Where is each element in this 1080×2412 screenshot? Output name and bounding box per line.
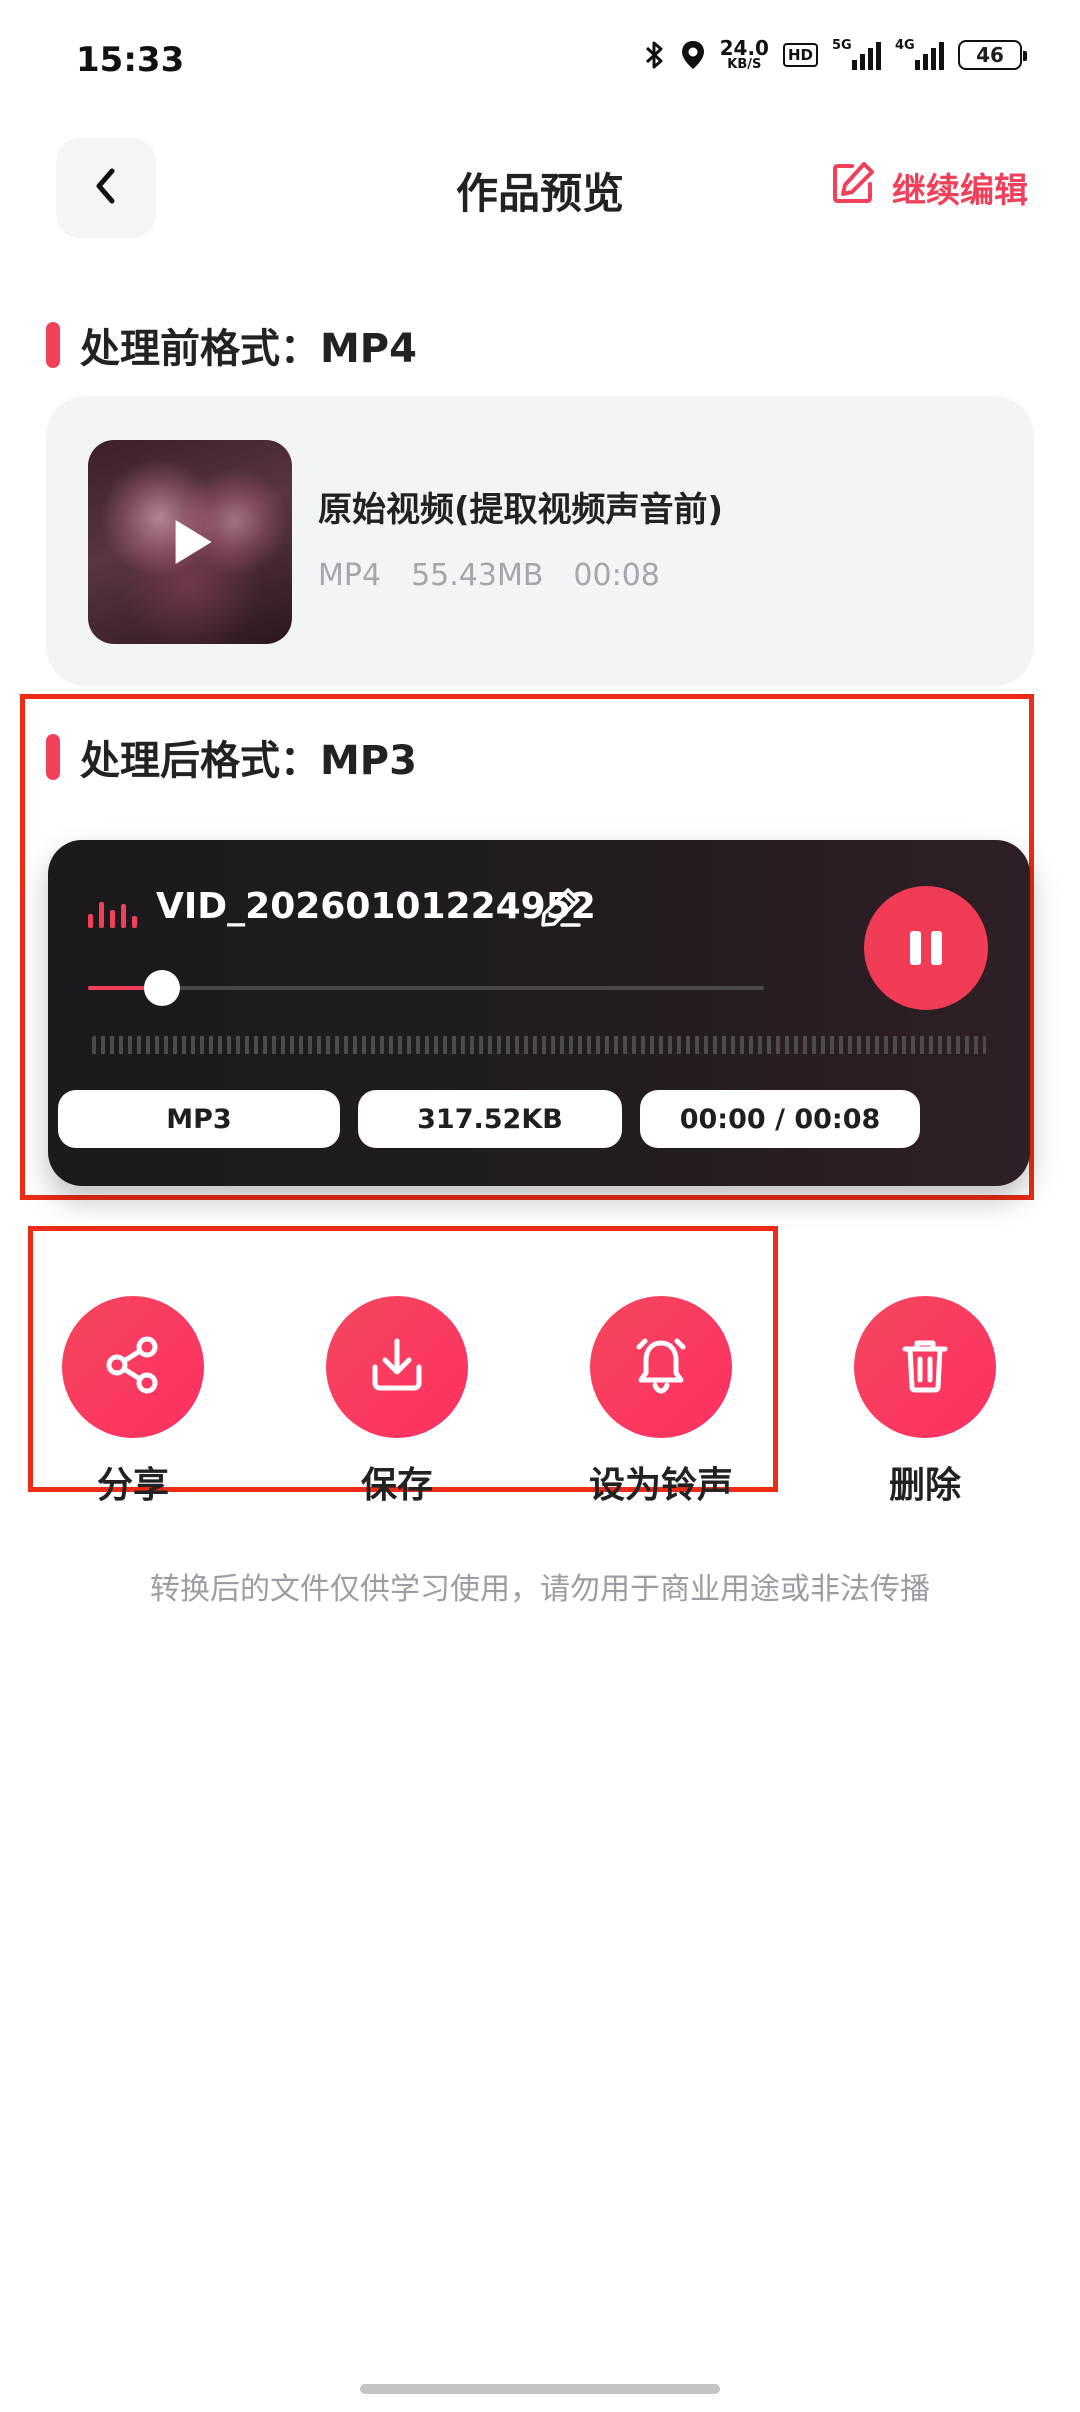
status-time: 15:33 xyxy=(76,40,185,80)
section-accent-bar xyxy=(46,734,60,780)
section-accent-bar xyxy=(46,322,60,368)
audio-waveform xyxy=(92,1036,986,1054)
network-speed: 24.0 KB/S xyxy=(720,38,769,71)
pencil-icon[interactable] xyxy=(538,884,584,934)
download-icon xyxy=(365,1333,429,1401)
original-video-title: 原始视频(提取视频声音前) xyxy=(318,490,724,530)
edit-icon xyxy=(830,160,876,215)
size-pill: 317.52KB xyxy=(358,1090,622,1148)
seek-bar[interactable] xyxy=(88,970,764,1006)
original-duration: 00:08 xyxy=(573,558,660,593)
status-icons: 24.0 KB/S HD 5G 4G 46 xyxy=(644,37,1027,71)
share-label: 分享 xyxy=(96,1465,169,1506)
status-bar: 15:33 24.0 KB/S HD 5G 4G 46 xyxy=(0,0,1080,120)
continue-edit-button[interactable]: 继续编辑 xyxy=(830,160,1028,215)
audio-player-card: VID_20260101224952 MP3 317.52KB 00:00 / … xyxy=(48,840,1030,1186)
video-thumbnail[interactable] xyxy=(88,440,292,644)
set-ringtone-button[interactable] xyxy=(590,1296,732,1438)
save-label: 保存 xyxy=(360,1465,433,1506)
network-speed-unit: KB/S xyxy=(727,57,762,72)
network-speed-value: 24.0 xyxy=(719,36,769,60)
delete-label: 删除 xyxy=(888,1465,961,1506)
original-format: MP4 xyxy=(318,558,382,593)
delete-action[interactable]: 删除 xyxy=(820,1296,1030,1508)
original-size: 55.43MB xyxy=(411,558,544,593)
original-video-card[interactable]: 原始视频(提取视频声音前) MP4 55.43MB 00:08 xyxy=(46,396,1034,686)
format-pill: MP3 xyxy=(58,1090,340,1148)
bell-icon xyxy=(629,1333,693,1401)
save-action[interactable]: 保存 xyxy=(292,1296,502,1508)
hd-voice-icon: HD xyxy=(782,42,818,67)
equalizer-icon xyxy=(88,898,137,928)
after-section-title: 处理后格式：MP3 xyxy=(80,738,417,784)
battery-icon: 46 xyxy=(958,39,1027,70)
before-section-header: 处理前格式：MP4 xyxy=(46,316,417,374)
play-icon xyxy=(175,520,212,564)
audio-file-name: VID_20260101224952 xyxy=(156,886,596,927)
signal-5g-label: 5G xyxy=(832,37,852,53)
set-ringtone-label: 设为铃声 xyxy=(588,1465,733,1506)
signal-5g-icon: 5G xyxy=(832,37,881,70)
before-section-title: 处理前格式：MP4 xyxy=(80,326,417,372)
after-section-header: 处理后格式：MP3 xyxy=(46,728,417,786)
home-indicator[interactable] xyxy=(360,2384,720,2394)
share-action[interactable]: 分享 xyxy=(28,1296,238,1508)
seek-handle[interactable] xyxy=(144,970,181,1006)
delete-button[interactable] xyxy=(854,1296,996,1438)
pause-icon xyxy=(905,931,947,965)
bluetooth-icon xyxy=(644,39,666,71)
pause-button[interactable] xyxy=(864,886,988,1010)
time-pill: 00:00 / 00:08 xyxy=(640,1090,920,1148)
signal-4g-icon: 4G xyxy=(895,37,944,70)
original-video-meta: MP4 55.43MB 00:08 xyxy=(318,558,660,593)
share-button[interactable] xyxy=(62,1296,204,1438)
location-icon xyxy=(680,39,706,71)
screen: 15:33 24.0 KB/S HD 5G 4G 46 作品预览 继续编辑 处理… xyxy=(0,0,1080,2412)
ringtone-action[interactable]: 设为铃声 xyxy=(556,1296,766,1508)
battery-level: 46 xyxy=(976,42,1004,67)
disclaimer-text: 转换后的文件仅供学习使用，请勿用于商业用途或非法传播 xyxy=(150,1572,930,1607)
save-button[interactable] xyxy=(326,1296,468,1438)
share-icon xyxy=(101,1333,165,1401)
signal-4g-label: 4G xyxy=(895,37,915,53)
continue-edit-label: 继续编辑 xyxy=(892,171,1028,211)
trash-icon xyxy=(893,1333,957,1401)
